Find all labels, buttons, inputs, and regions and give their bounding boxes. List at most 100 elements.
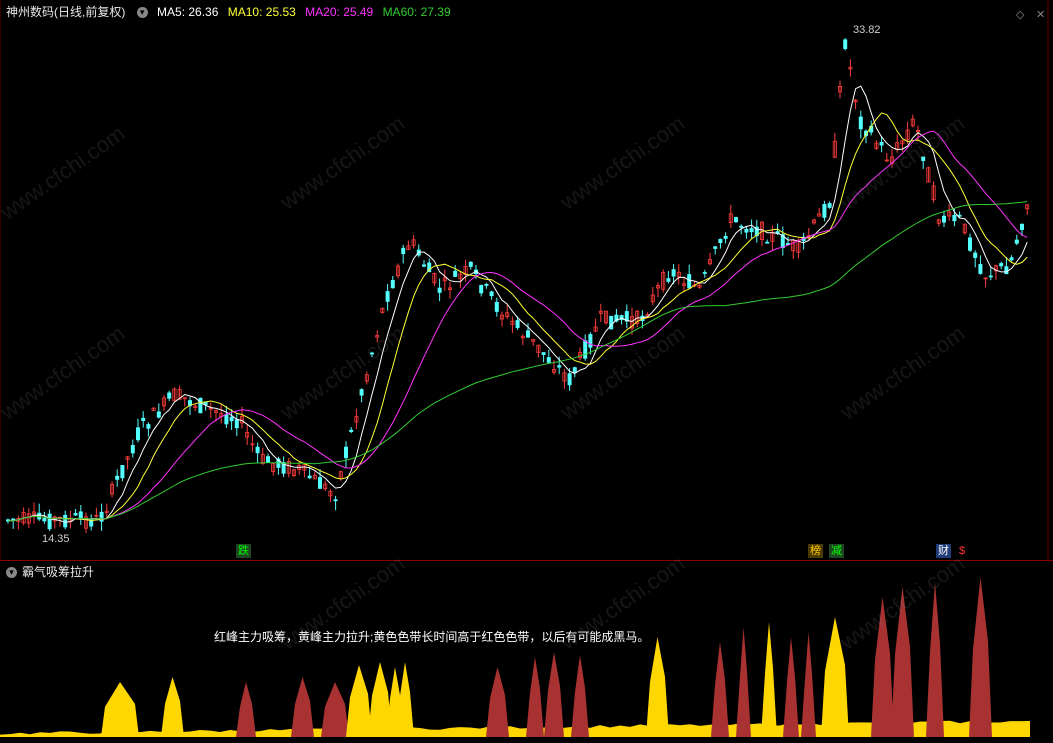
candle-body (11, 518, 16, 521)
candle-body (141, 417, 146, 421)
candle-body (255, 446, 260, 454)
candle-body (349, 429, 354, 432)
candle-body (468, 261, 473, 267)
candle-body (401, 247, 406, 255)
candle-body (973, 252, 978, 258)
candle-body (546, 357, 551, 363)
indicator-peak (711, 642, 729, 737)
candle-body (1009, 257, 1014, 261)
candle-body (1004, 266, 1009, 275)
ma60-line (7, 201, 1028, 522)
candle-body (666, 278, 671, 282)
candle-body (42, 518, 47, 522)
indicator-peak (761, 622, 777, 737)
candle-body (47, 513, 52, 530)
candle-body (588, 334, 593, 348)
indicator-chart (0, 577, 1030, 737)
candle-body (489, 291, 494, 297)
indicator-peak (969, 577, 992, 737)
candle-body (167, 392, 172, 399)
indicator-peak (101, 682, 139, 737)
candle-body (73, 513, 78, 516)
indicator-peak (321, 682, 349, 737)
indicator-peak (236, 682, 256, 737)
candle-body (858, 116, 863, 130)
candle-body (515, 320, 520, 328)
candle-body (333, 499, 338, 502)
candle-body (63, 514, 68, 528)
candle-body (749, 228, 754, 233)
indicator-peak (544, 652, 564, 737)
candle-body (739, 225, 744, 228)
high-price-label: 33.82 (853, 24, 881, 36)
candle-body (421, 264, 426, 267)
indicator-peak (161, 677, 184, 737)
candle-body (385, 291, 390, 302)
candle-body (942, 215, 947, 223)
candle-body (479, 285, 484, 294)
indicator-peak (486, 667, 509, 737)
candle-body (671, 269, 676, 277)
indicator-peak (783, 637, 799, 737)
candle-body (198, 397, 203, 414)
candle-body (879, 141, 884, 146)
ma5-line (7, 85, 1028, 523)
candle-body (526, 330, 531, 338)
candle-body (146, 424, 151, 429)
indicator-peak (571, 655, 589, 737)
candle-body (702, 272, 707, 274)
candle-body (734, 217, 739, 223)
indicator-peak (736, 627, 751, 737)
candle-body (78, 511, 83, 519)
candle-body (484, 283, 489, 286)
candle-body (827, 203, 832, 208)
price-chart (0, 0, 1049, 560)
indicator-peak (646, 637, 669, 737)
marker-jian[interactable]: 减 (829, 544, 844, 558)
candle-body (744, 228, 749, 233)
candle-body (687, 274, 692, 289)
candle-body (968, 237, 973, 251)
indicator-peak (526, 657, 544, 737)
candle-body (988, 275, 993, 278)
candle-body (583, 340, 588, 359)
candle-body (224, 414, 229, 425)
candle-body (541, 352, 546, 355)
indicator-peak (346, 665, 372, 737)
candle-body (307, 475, 312, 479)
candle-body (437, 287, 442, 293)
candle-body (765, 241, 770, 244)
candle-body (952, 214, 957, 222)
candle-body (557, 365, 562, 368)
candle-body (494, 301, 499, 312)
candle-body (343, 446, 348, 459)
candle-body (822, 204, 827, 218)
indicator-peak (801, 632, 816, 737)
candle-body (130, 445, 135, 454)
low-price-label: 14.35 (42, 533, 70, 545)
candle-body (453, 270, 458, 277)
candle-body (135, 427, 140, 441)
candle-body (229, 416, 234, 422)
candle-body (718, 238, 723, 243)
indicator-peak (291, 677, 314, 737)
candle-body (359, 389, 364, 396)
candle-body (978, 264, 983, 274)
candle-body (317, 477, 322, 489)
candle-body (723, 235, 728, 239)
indicator-peak (926, 582, 944, 737)
marker-die[interactable]: 跌 (236, 544, 251, 558)
marker-bang[interactable]: 榜 (808, 544, 823, 558)
candle-body (234, 419, 239, 429)
candle-body (120, 465, 125, 479)
candle-body (567, 373, 572, 386)
candle-body (999, 263, 1004, 267)
candle-body (156, 411, 161, 418)
candle-body (265, 456, 270, 463)
candle-body (1020, 223, 1025, 230)
candle-body (843, 39, 848, 50)
candle-body (390, 279, 395, 289)
candle-body (1014, 239, 1019, 244)
candle-body (115, 475, 120, 480)
candle-body (713, 246, 718, 249)
